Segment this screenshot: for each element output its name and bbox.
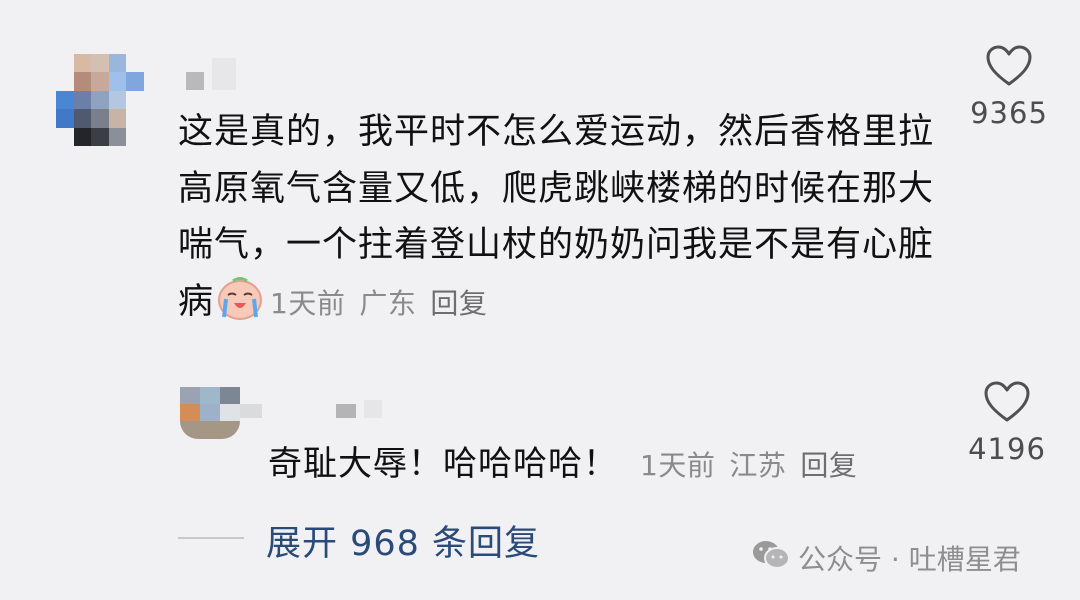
reply-username-blurred[interactable]	[240, 386, 382, 418]
avatar[interactable]	[56, 54, 144, 146]
reply-avatar[interactable]	[180, 387, 240, 439]
expand-replies-button[interactable]: 展开 968 条回复	[266, 515, 540, 566]
like-count: 4196	[968, 432, 1046, 466]
watermark: 公众号 · 吐槽星君	[752, 538, 1021, 578]
wechat-icon	[752, 539, 790, 578]
crying-face-emoji-icon	[216, 276, 264, 321]
heart-icon[interactable]	[964, 44, 1054, 92]
comment-location: 广东	[359, 286, 417, 320]
comment-reply-button[interactable]: 回复	[430, 287, 487, 320]
comment-text: 这是真的，我平时不怎么爱运动，然后香格里拉高原氧气含量又低，爬虎跳峡楼梯的时候在…	[178, 104, 938, 332]
watermark-label: 公众号 · 吐槽星君	[798, 543, 1021, 576]
reply-location: 江苏	[729, 449, 787, 482]
like-count: 9365	[970, 96, 1048, 130]
username-blurred[interactable]	[186, 54, 236, 90]
comment-time: 1天前	[270, 286, 346, 320]
reply-reply-button[interactable]: 回复	[800, 449, 857, 482]
reply-body: 奇耻大辱！哈哈哈哈！	[268, 444, 618, 484]
divider	[178, 537, 244, 539]
reply-like[interactable]: 4196	[962, 380, 1052, 466]
comment-like[interactable]: 9365	[964, 44, 1054, 130]
reply-text: 奇耻大辱！哈哈哈哈！ 1天前 江苏 回复	[268, 436, 857, 485]
heart-icon[interactable]	[962, 380, 1052, 428]
reply-time: 1天前	[640, 449, 716, 482]
